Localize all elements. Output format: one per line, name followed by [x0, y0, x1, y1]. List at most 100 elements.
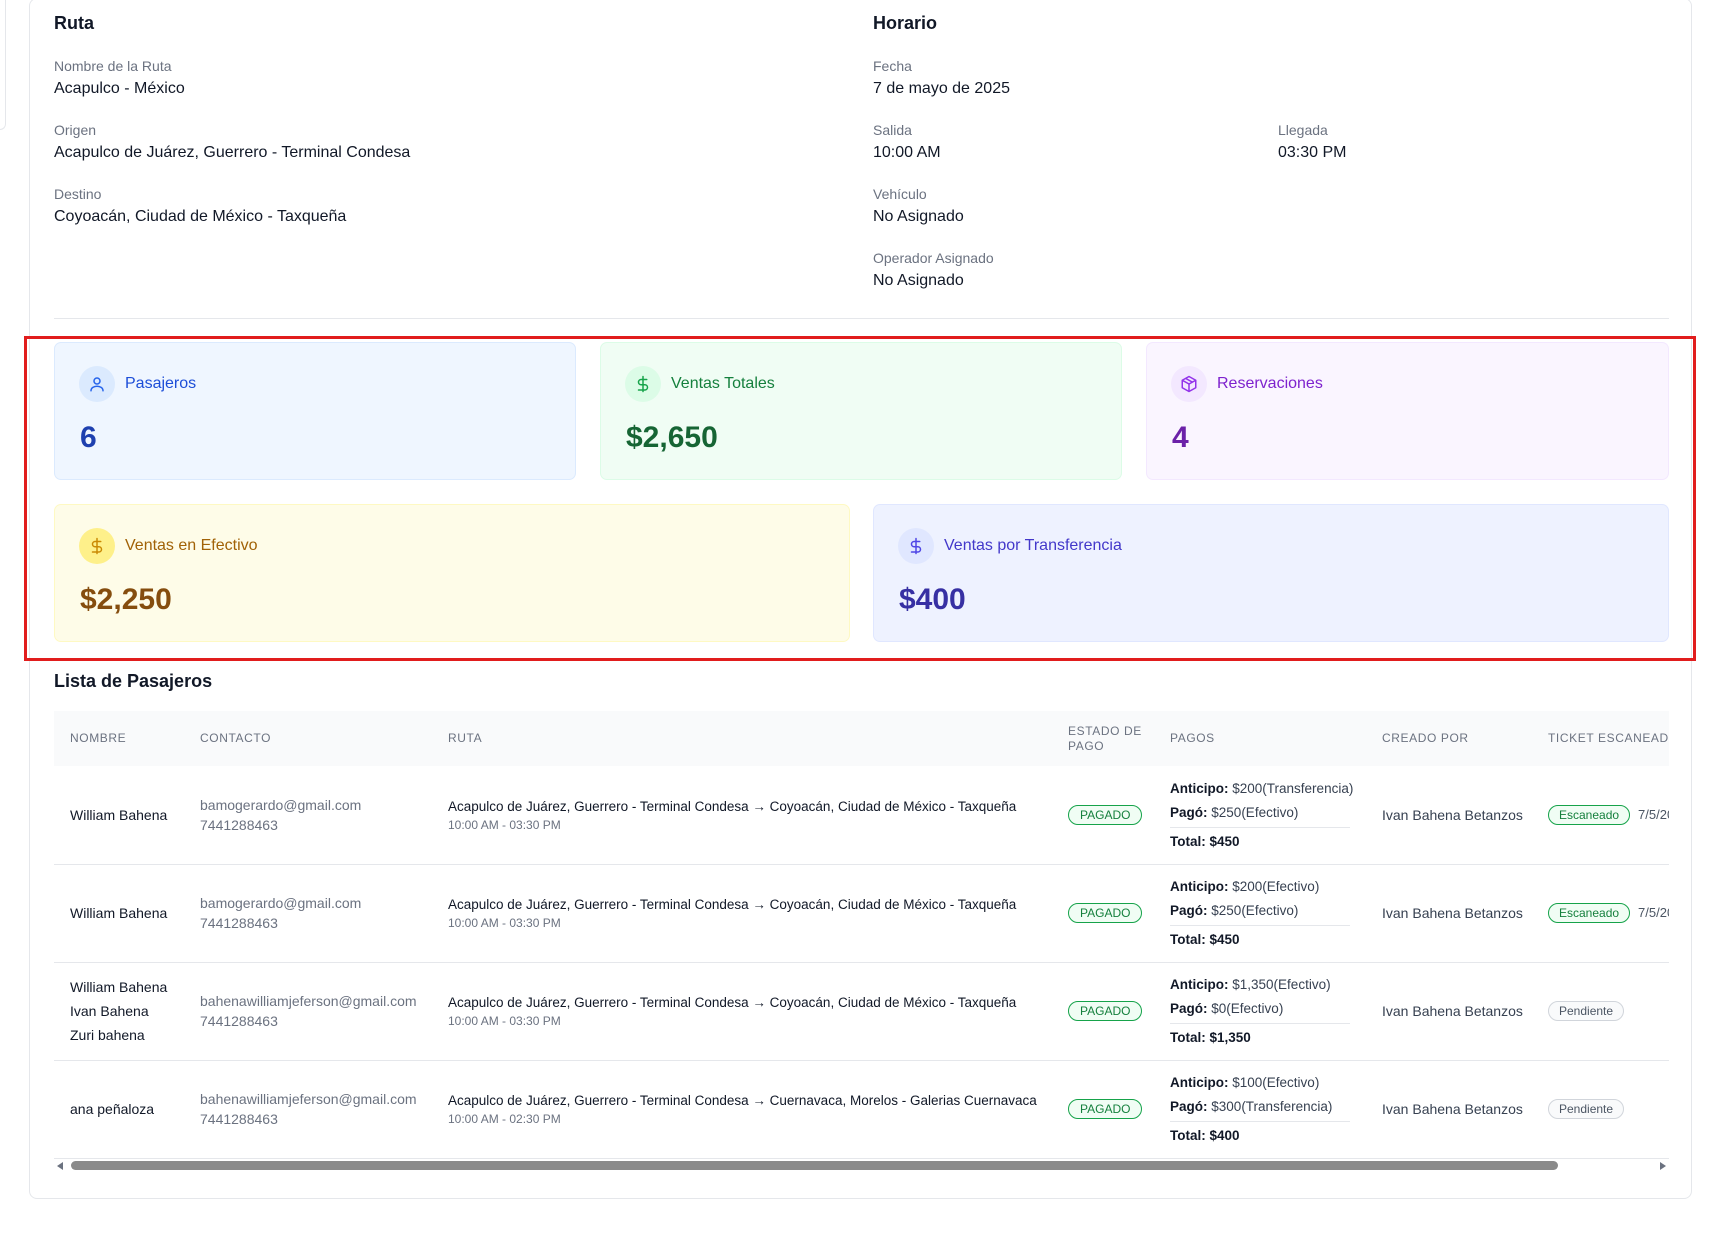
payment-total: Total: $450 [1170, 833, 1240, 849]
advance-amount: $200(Efectivo) [1232, 879, 1320, 894]
departure-label: Salida [873, 122, 912, 138]
advance-label: Anticipo: [1170, 780, 1229, 796]
advance-amount: $1,350(Efectivo) [1232, 977, 1331, 992]
advance-label: Anticipo: [1170, 879, 1229, 894]
ticket-status-badge: Pendiente [1548, 1099, 1625, 1119]
advance-payment: Anticipo: $200(Efectivo) [1170, 875, 1366, 899]
header-route: Ruta [448, 731, 483, 745]
vehicle-label: Vehículo [873, 186, 927, 202]
horizontal-scrollbar[interactable] [54, 1159, 1669, 1173]
created-by: Ivan Bahena Betanzos [1382, 1003, 1523, 1019]
table-header-row: Nombre Contacto Ruta Estado de pago Pago… [54, 711, 1669, 766]
contact-email: bahenawilliamjeferson@gmail.com [200, 1091, 417, 1107]
advance-amount: $100(Efectivo) [1232, 1075, 1320, 1090]
schedule-section-title: Horario [873, 13, 938, 33]
created-by: Ivan Bahena Betanzos [1382, 1101, 1523, 1117]
scan-date: 7/5/2025 [1638, 806, 1669, 822]
scan-date: 7/5/2025 [1638, 905, 1669, 920]
paid-label: Pagó: [1170, 903, 1208, 918]
payment-status-badge: PAGADO [1068, 804, 1143, 825]
contact-phone: 7441288463 [200, 1013, 278, 1029]
route-time: 10:00 AM - 03:30 PM [448, 817, 561, 832]
departure-value: 10:00 AM [873, 144, 941, 161]
route-section-title: Ruta [54, 13, 94, 33]
passenger-name: Ivan Bahena [70, 1003, 149, 1019]
table-row: ana peñaloza bahenawilliamjeferson@gmail… [54, 1060, 1669, 1158]
header-created-by: Creado por [1382, 731, 1469, 745]
passenger-table-container[interactable]: Nombre Contacto Ruta Estado de pago Pago… [54, 711, 1669, 1163]
paid-amount: $0(Efectivo) [1211, 1001, 1284, 1016]
date-value: 7 de mayo de 2025 [873, 80, 1010, 97]
payment-separator [1170, 1023, 1350, 1024]
operator-label: Operador Asignado [873, 250, 994, 266]
passenger-name: William Bahena [70, 979, 168, 995]
advance-payment: Anticipo: $100(Efectivo) [1170, 1071, 1366, 1095]
advance-amount: $200(Transferencia) [1232, 780, 1354, 796]
route-time: 10:00 AM - 02:30 PM [448, 1112, 561, 1126]
created-by: Ivan Bahena Betanzos [1382, 905, 1523, 921]
scroll-left-icon[interactable] [57, 1162, 63, 1170]
payment-total: Total: $450 [1170, 932, 1240, 947]
scrollbar-thumb[interactable] [71, 1161, 1558, 1170]
paid-payment: Pagó: $0(Efectivo) [1170, 997, 1366, 1021]
payment-total: Total: $400 [1170, 1128, 1240, 1143]
passenger-list-title: Lista de Pasajeros [54, 671, 213, 691]
contact-phone: 7441288463 [200, 816, 278, 833]
route-name-value: Acapulco - México [54, 80, 185, 97]
route-text: Acapulco de Juárez, Guerrero - Terminal … [448, 995, 1017, 1010]
route-time: 10:00 AM - 03:30 PM [448, 916, 561, 930]
arrival-value: 03:30 PM [1278, 144, 1347, 161]
side-panel-edge [0, 0, 6, 130]
ticket-status-badge: Pendiente [1548, 1001, 1625, 1021]
header-contact: Contacto [200, 731, 272, 745]
paid-amount: $300(Transferencia) [1211, 1099, 1333, 1114]
section-divider [54, 318, 1669, 319]
passenger-name: ana peñaloza [70, 1101, 155, 1117]
origin-value: Acapulco de Juárez, Guerrero - Terminal … [54, 144, 411, 161]
passenger-table: Nombre Contacto Ruta Estado de pago Pago… [54, 711, 1669, 1159]
route-name-label: Nombre de la Ruta [54, 58, 172, 74]
paid-payment: Pagó: $250(Efectivo) [1170, 801, 1366, 825]
destination-value: Coyoacán, Ciudad de México - Taxqueña [54, 208, 347, 225]
payment-separator [1170, 925, 1350, 926]
advance-label: Anticipo: [1170, 1075, 1229, 1090]
advance-label: Anticipo: [1170, 977, 1229, 992]
advance-payment: Anticipo: $1,350(Efectivo) [1170, 973, 1366, 997]
destination-label: Destino [54, 186, 102, 202]
arrival-label: Llegada [1278, 122, 1328, 138]
contact-phone: 7441288463 [200, 1111, 278, 1127]
payment-status-badge: PAGADO [1068, 1001, 1143, 1021]
route-text: Acapulco de Juárez, Guerrero - Terminal … [448, 798, 1017, 814]
paid-amount: $250(Efectivo) [1211, 903, 1299, 918]
passenger-name: William Bahena [70, 905, 168, 921]
paid-payment: Pagó: $250(Efectivo) [1170, 899, 1366, 923]
created-by: Ivan Bahena Betanzos [1382, 806, 1523, 823]
passenger-name: Zuri bahena [70, 1027, 145, 1043]
scroll-right-icon[interactable] [1660, 1162, 1666, 1170]
ticket-status-badge: Escaneado [1548, 903, 1631, 923]
operator-value: No Asignado [873, 272, 964, 289]
payment-status-badge: PAGADO [1068, 1099, 1143, 1119]
contact-phone: 7441288463 [200, 915, 278, 931]
header-payment-status: Estado de pago [1068, 723, 1142, 753]
highlight-box [24, 336, 1696, 661]
payment-total: Total: $1,350 [1170, 1030, 1251, 1045]
paid-label: Pagó: [1170, 1099, 1208, 1114]
contact-email: bamogerardo@gmail.com [200, 796, 362, 813]
contact-email: bahenawilliamjeferson@gmail.com [200, 993, 417, 1009]
header-payments: Pagos [1170, 731, 1215, 745]
paid-payment: Pagó: $300(Transferencia) [1170, 1095, 1366, 1119]
contact-email: bamogerardo@gmail.com [200, 895, 362, 911]
payment-status-badge: PAGADO [1068, 903, 1143, 923]
header-ticket-scanned: Ticket escaneado [1548, 731, 1669, 745]
paid-amount: $250(Efectivo) [1211, 804, 1299, 820]
header-name: Nombre [70, 731, 127, 745]
vehicle-value: No Asignado [873, 208, 964, 225]
payment-separator [1170, 1121, 1350, 1122]
passenger-name: William Bahena [70, 806, 168, 823]
route-text: Acapulco de Juárez, Guerrero - Terminal … [448, 1093, 1037, 1108]
table-row: William Bahena Ivan Bahena Zuri bahena b… [54, 962, 1669, 1060]
paid-label: Pagó: [1170, 1001, 1208, 1016]
route-text: Acapulco de Juárez, Guerrero - Terminal … [448, 897, 1017, 912]
table-row: William Bahena bamogerardo@gmail.com 744… [54, 766, 1669, 864]
